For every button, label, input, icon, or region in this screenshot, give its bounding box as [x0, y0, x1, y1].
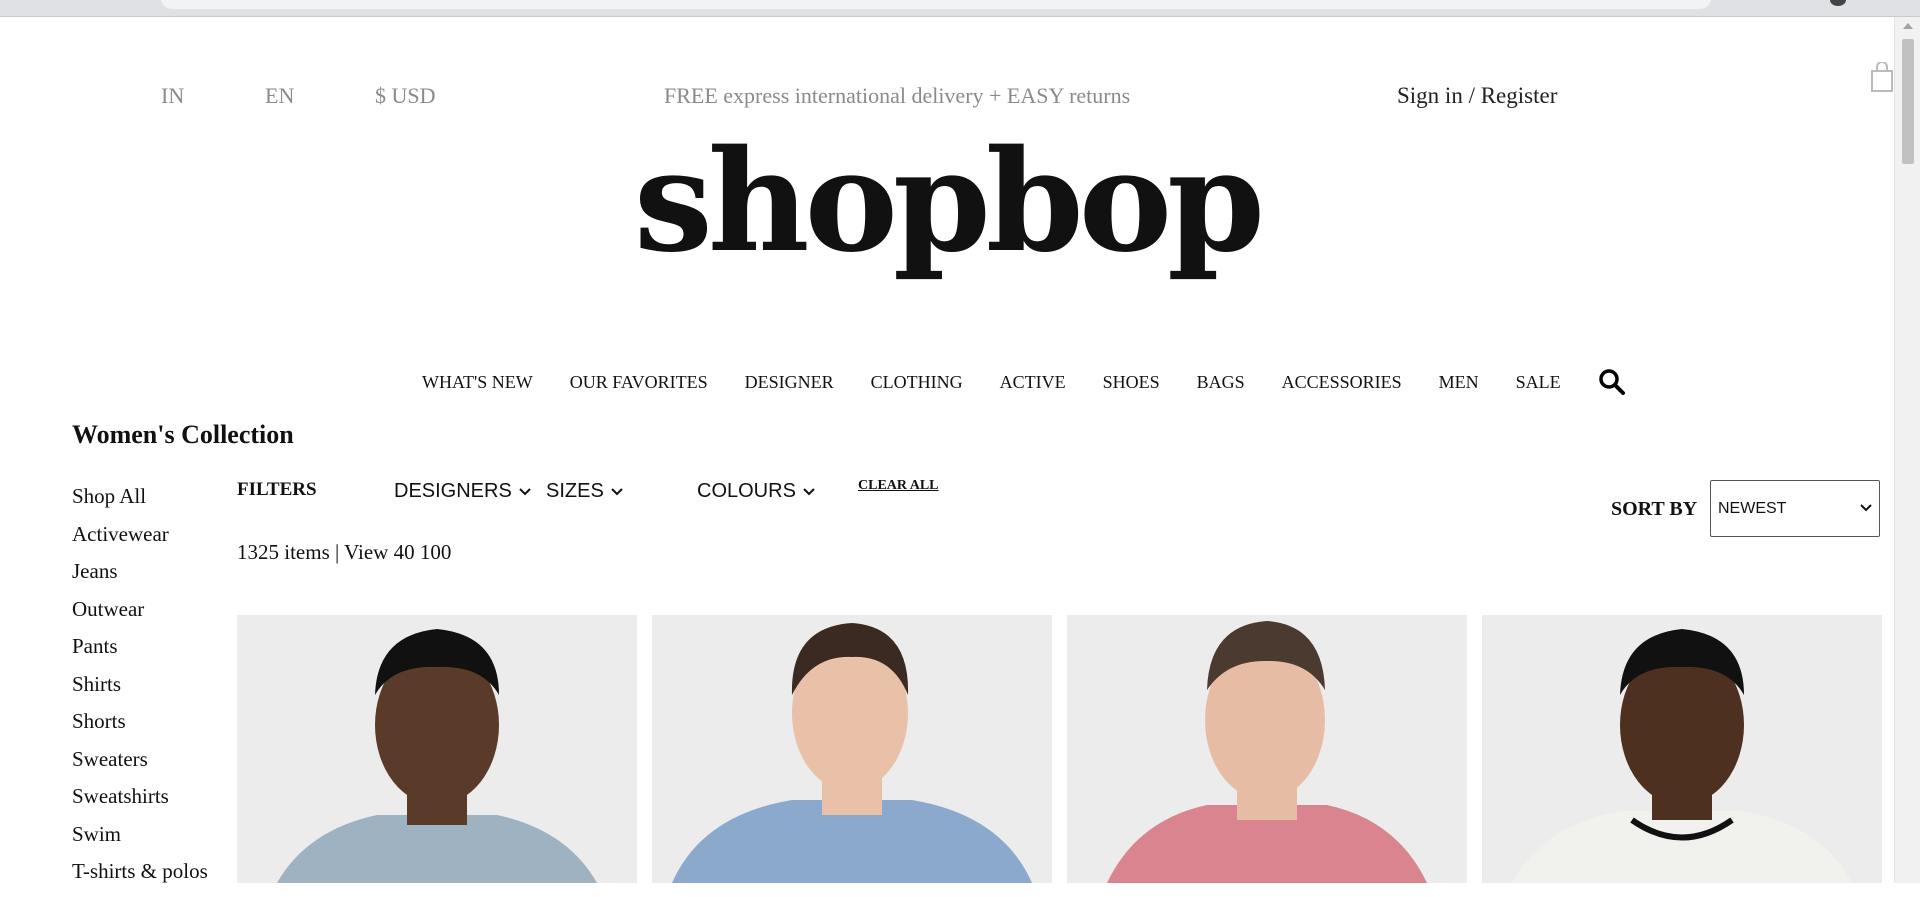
nav-item-active[interactable]: ACTIVE [1000, 372, 1066, 393]
product-image[interactable] [237, 615, 637, 883]
browser-toolbar [0, 0, 1920, 17]
language-selector[interactable]: EN [265, 83, 294, 109]
nav-item-men[interactable]: MEN [1439, 372, 1479, 393]
shopping-bag-icon[interactable] [1870, 62, 1894, 92]
product-image[interactable] [652, 615, 1052, 883]
sidebar-item-shop-all[interactable]: Shop All [72, 484, 208, 522]
shopbop-logo[interactable]: shopbop [0, 118, 1894, 286]
category-sidebar: Shop All Activewear Jeans Outwear Pants … [72, 484, 208, 897]
sort-by-label: SORT BY [1611, 498, 1698, 520]
browser-address-bar[interactable] [160, 0, 1712, 10]
clear-all-link[interactable]: CLEAR ALL [858, 478, 939, 494]
sidebar-item-tshirts-polos[interactable]: T-shirts & polos [72, 859, 208, 897]
product-image[interactable] [1067, 615, 1467, 883]
nav-item-accessories[interactable]: ACCESSORIES [1282, 372, 1402, 393]
sidebar-item-pants[interactable]: Pants [72, 634, 208, 672]
nav-item-bags[interactable]: BAGS [1197, 372, 1245, 393]
sidebar-item-sweatshirts[interactable]: Sweatshirts [72, 784, 208, 822]
chevron-down-icon [1860, 504, 1872, 512]
product-image[interactable] [1482, 615, 1882, 883]
scroll-up-arrow-icon[interactable] [1903, 23, 1913, 29]
filters-label: FILTERS [237, 479, 317, 500]
sidebar-item-jeans[interactable]: Jeans [72, 559, 208, 597]
sort-selected-value: NEWEST [1718, 500, 1787, 517]
results-separator: | [335, 540, 340, 564]
view-40-option[interactable]: 40 [394, 540, 415, 564]
browser-profile-icon[interactable] [1830, 0, 1846, 6]
country-selector[interactable]: IN [161, 83, 184, 109]
results-summary: 1325 items | View 40 100 [237, 540, 451, 565]
product-card[interactable] [1067, 615, 1467, 883]
nav-item-shoes[interactable]: SHOES [1103, 372, 1160, 393]
view-label: View [344, 540, 389, 564]
colours-filter-label: COLOURS [697, 480, 796, 502]
main-nav: WHAT'S NEW OUR FAVORITES DESIGNER CLOTHI… [422, 368, 1626, 396]
colours-filter-dropdown[interactable]: COLOURS [697, 480, 816, 503]
nav-item-clothing[interactable]: CLOTHING [871, 372, 963, 393]
sidebar-item-shirts[interactable]: Shirts [72, 672, 208, 710]
product-card[interactable] [237, 615, 637, 883]
scrollbar-thumb[interactable] [1902, 39, 1914, 164]
designers-filter-dropdown[interactable]: DESIGNERS [394, 480, 532, 503]
sidebar-item-swim[interactable]: Swim [72, 822, 208, 860]
promo-banner[interactable]: FREE express international delivery + EA… [664, 83, 1130, 109]
items-count: 1325 items [237, 540, 330, 564]
sizes-filter-label: SIZES [546, 480, 604, 502]
sidebar-item-activewear[interactable]: Activewear [72, 522, 208, 560]
sidebar-item-shorts[interactable]: Shorts [72, 709, 208, 747]
sort-select[interactable]: NEWEST [1710, 480, 1880, 537]
chevron-down-icon [803, 487, 815, 495]
nav-item-designer[interactable]: DESIGNER [745, 372, 834, 393]
nav-item-sale[interactable]: SALE [1516, 372, 1561, 393]
designers-filter-label: DESIGNERS [394, 480, 512, 502]
nav-item-our-favorites[interactable]: OUR FAVORITES [570, 372, 708, 393]
sidebar-item-sweaters[interactable]: Sweaters [72, 747, 208, 785]
view-100-option[interactable]: 100 [420, 540, 452, 564]
search-icon[interactable] [1598, 368, 1626, 396]
page-scrollbar[interactable] [1894, 17, 1920, 883]
currency-selector[interactable]: $ USD [375, 83, 436, 109]
chevron-down-icon [611, 487, 623, 495]
nav-item-whats-new[interactable]: WHAT'S NEW [422, 372, 533, 393]
sizes-filter-dropdown[interactable]: SIZES [546, 480, 624, 503]
sidebar-item-outwear[interactable]: Outwear [72, 597, 208, 635]
product-card[interactable] [1482, 615, 1882, 883]
page-title: Women's Collection [72, 420, 294, 449]
product-card[interactable] [652, 615, 1052, 883]
signin-register-link[interactable]: Sign in / Register [1397, 83, 1557, 109]
chevron-down-icon [519, 487, 531, 495]
